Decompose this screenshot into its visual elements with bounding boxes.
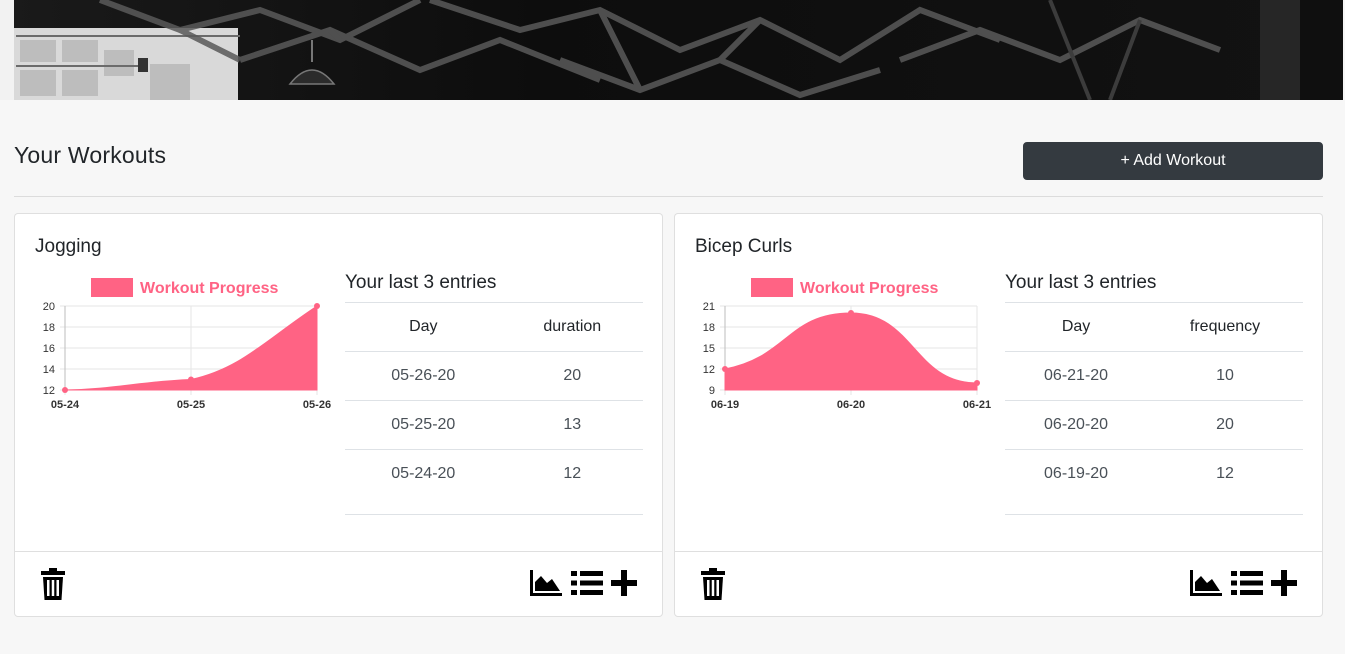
trash-icon[interactable] [39,568,69,600]
table-row: 05-24-20 12 [345,449,643,499]
column-header-day: Day [345,302,502,352]
y-tick-label: 12 [43,385,55,397]
data-point [974,380,980,386]
y-tick-label: 16 [43,343,55,355]
column-header-metric: duration [501,302,643,352]
column-header-day: Day [1005,302,1148,352]
entry-value: 10 [1147,351,1303,401]
entry-day: 06-20-20 [1005,400,1148,450]
legend-label: Workout Progress [140,280,279,297]
table-row: 05-26-20 20 [345,351,643,401]
x-tick-label: 05-26 [303,399,331,411]
hero-image [0,0,1343,100]
table-row: 06-21-20 10 [1005,351,1303,401]
workout-name: Jogging [35,236,102,257]
add-workout-button[interactable]: + Add Workout [1023,142,1323,180]
y-tick-label: 14 [43,364,55,376]
y-tick-label: 9 [709,385,715,397]
x-tick-label: 05-25 [177,399,205,411]
legend-swatch [91,278,133,297]
table-header-row: Day frequency [1005,302,1303,352]
data-point [314,303,320,309]
entry-value: 12 [1147,449,1303,499]
workout-card: Jogging Workout Progress 12 14 16 18 20 05-24 0… [14,213,663,617]
plus-icon[interactable] [611,570,641,602]
card-footer [15,551,662,616]
table-row: 05-25-20 13 [345,400,643,450]
data-point [848,310,854,316]
area-chart-icon[interactable] [530,570,562,602]
card-footer [675,551,1322,616]
table-row: 06-19-20 12 [1005,449,1303,499]
workout-progress-chart: Workout Progress 9 12 15 18 21 06-19 06-20 06-21 [703,278,991,411]
legend-swatch [751,278,793,297]
table-header-row: Day duration [345,302,643,352]
entries-table: Day frequency 06-21-20 10 06-20-20 20 06… [1005,302,1303,499]
legend-label: Workout Progress [800,280,939,297]
entry-day: 05-26-20 [345,351,502,401]
entry-day: 05-24-20 [345,449,502,499]
entries-title: Your last 3 entries [1005,272,1157,293]
workout-progress-chart: Workout Progress 12 14 16 18 20 05-24 05-25 05-2… [43,278,331,411]
data-point [188,376,194,383]
page-title: Your Workouts [14,142,167,168]
trash-icon[interactable] [699,568,729,600]
y-tick-label: 18 [43,322,55,334]
header-divider [14,196,1323,197]
entry-value: 20 [501,351,643,401]
plus-icon[interactable] [1271,570,1301,602]
column-header-metric: frequency [1147,302,1303,352]
x-tick-label: 05-24 [51,399,80,411]
area-chart-icon[interactable] [1190,570,1222,602]
entry-day: 05-25-20 [345,400,502,450]
list-icon[interactable] [1231,571,1263,603]
list-icon[interactable] [571,571,603,603]
x-tick-label: 06-21 [963,399,991,411]
entry-value: 13 [501,400,643,450]
table-bottom-border [1005,514,1303,515]
table-bottom-border [345,514,643,515]
workout-name: Bicep Curls [695,236,793,257]
y-tick-label: 21 [703,301,715,313]
data-point [62,387,68,393]
y-tick-label: 18 [703,322,715,334]
hero-banner [0,0,1343,100]
workout-card: Bicep Curls Workout Progress 9 12 15 18 21 06-… [674,213,1323,617]
y-tick-label: 15 [703,343,715,355]
entry-value: 12 [501,449,643,499]
entry-day: 06-19-20 [1005,449,1148,499]
entries-title: Your last 3 entries [345,272,497,293]
y-tick-label: 20 [43,301,55,313]
entries-table: Day duration 05-26-20 20 05-25-20 13 05-… [345,302,643,499]
x-tick-label: 06-20 [837,399,865,411]
entry-day: 06-21-20 [1005,351,1148,401]
y-tick-label: 12 [703,364,715,376]
series-area [724,312,978,391]
data-point [722,366,728,372]
entry-value: 20 [1147,400,1303,450]
x-tick-label: 06-19 [711,399,739,411]
table-row: 06-20-20 20 [1005,400,1303,450]
